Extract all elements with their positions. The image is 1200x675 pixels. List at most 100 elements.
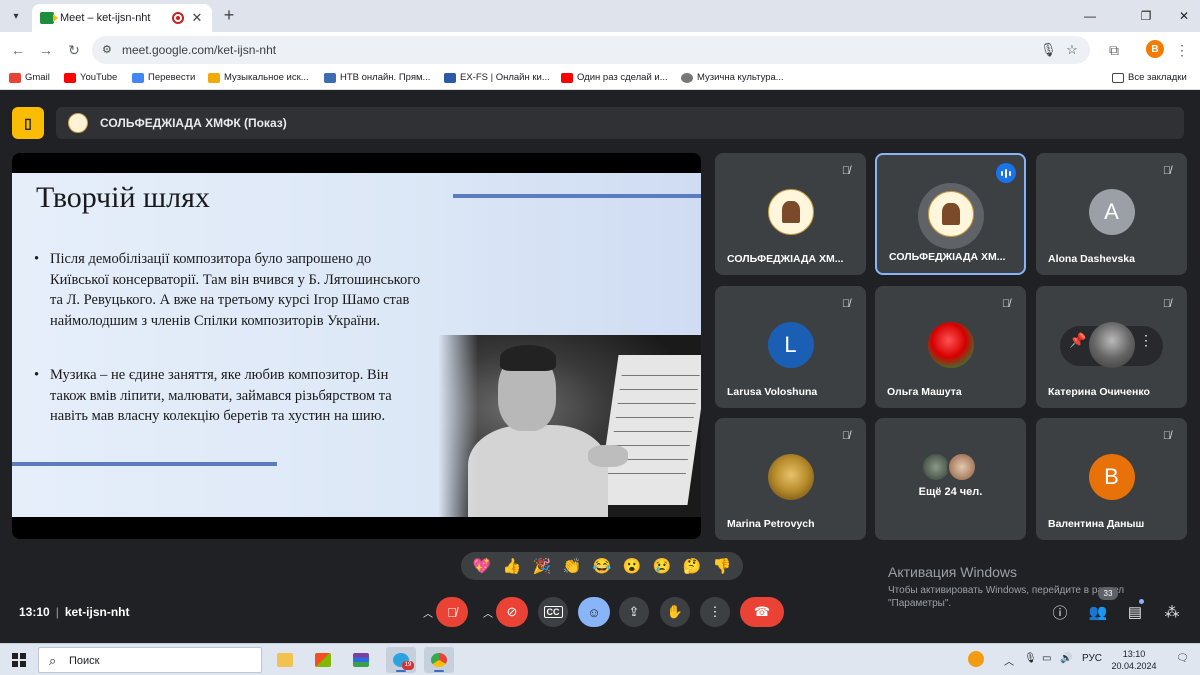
bookmark-translate[interactable]: Перевести bbox=[132, 72, 195, 83]
microphone-tray-icon[interactable]: 🎙 bbox=[1024, 653, 1037, 664]
tab-search-button[interactable]: ▾ bbox=[6, 6, 26, 26]
weather-icon[interactable] bbox=[968, 651, 984, 667]
url-text[interactable]: meet.google.com/ket-ijsn-nht bbox=[122, 43, 276, 57]
profile-avatar[interactable]: В bbox=[1146, 40, 1164, 58]
meeting-info: 13:10 | ket-ijsn-nht bbox=[19, 605, 130, 619]
camera-toggle-button[interactable]: ⊘ bbox=[496, 597, 528, 627]
activities-icon[interactable]: ⁂ bbox=[1162, 602, 1182, 622]
participant-tile[interactable]: 🎙̸ L Larusa Voloshuna bbox=[715, 286, 866, 408]
tray-chevron-icon[interactable]: ︿ bbox=[1004, 653, 1014, 668]
all-bookmarks[interactable]: Все закладки bbox=[1112, 72, 1187, 83]
chrome-app[interactable] bbox=[424, 647, 454, 673]
system-clock[interactable]: 13:10 20.04.2024 bbox=[1108, 648, 1160, 672]
pin-icon[interactable]: 📌 bbox=[1064, 326, 1092, 354]
participant-tile[interactable]: 🎙̸ СОЛЬФЕДЖІАДА ХМ... bbox=[715, 153, 866, 275]
participant-name: СОЛЬФЕДЖІАДА ХМ... bbox=[727, 253, 844, 265]
more-vert-icon: ⋮ bbox=[708, 604, 722, 619]
captions-button[interactable]: CC bbox=[538, 597, 568, 627]
store-app[interactable] bbox=[308, 647, 338, 673]
present-screen-icon: ⇪ bbox=[628, 604, 640, 619]
bookmark-youtube[interactable]: YouTube bbox=[64, 72, 117, 83]
bookmark-star-icon[interactable]: ☆ bbox=[1064, 42, 1080, 58]
meeting-details-icon[interactable]: ⓘ bbox=[1050, 602, 1070, 622]
taskbar-search[interactable]: ⌕ Поиск bbox=[38, 647, 262, 673]
forward-icon[interactable]: → bbox=[36, 40, 56, 60]
reaction-party[interactable]: 🎉 bbox=[530, 557, 554, 575]
new-tab-button[interactable]: + bbox=[220, 6, 238, 24]
audio-options-chevron-icon[interactable]: ︿ bbox=[418, 597, 438, 627]
reaction-heart[interactable]: 💖 bbox=[470, 557, 494, 575]
participant-name: Валентина Даныш bbox=[1048, 518, 1145, 530]
reaction-sad[interactable]: 😢 bbox=[650, 557, 674, 575]
reload-icon[interactable]: ↻ bbox=[64, 40, 84, 60]
battery-icon[interactable]: ▭ bbox=[1042, 653, 1051, 664]
participant-avatar: L bbox=[767, 322, 814, 368]
language-indicator[interactable]: РУС bbox=[1082, 653, 1102, 664]
close-window-button[interactable]: ✕ bbox=[1162, 0, 1200, 32]
meet-favicon-icon bbox=[40, 12, 58, 24]
clock-date: 20.04.2024 bbox=[1111, 661, 1157, 671]
meeting-code: ket-ijsn-nht bbox=[64, 605, 130, 619]
bookmark-ntv[interactable]: НТВ онлайн. Прям... bbox=[324, 72, 430, 83]
more-options-button[interactable]: ⋮ bbox=[700, 597, 730, 627]
participant-name: Marina Petrovych bbox=[727, 518, 815, 530]
site-info-icon[interactable]: ⚙ bbox=[102, 43, 116, 57]
arrow-up-icon bbox=[444, 72, 456, 83]
bookmark-exfs[interactable]: EX-FS | Онлайн ки... bbox=[444, 72, 550, 83]
back-icon[interactable]: ← bbox=[8, 40, 28, 60]
more-participants-tile[interactable]: Ещё 24 чел. bbox=[875, 418, 1026, 540]
participant-avatar: A bbox=[1088, 189, 1135, 235]
active-tab[interactable]: Meet – ket-ijsn-nht ✕ bbox=[32, 4, 212, 32]
shared-screen[interactable]: Творчій шлях • Після демобілізації композ… bbox=[12, 153, 701, 539]
leave-call-button[interactable]: ☎ bbox=[740, 597, 784, 627]
reactions-button[interactable]: ☺ bbox=[578, 597, 610, 627]
more-participants-label: Ещё 24 чел. bbox=[918, 486, 983, 498]
microphone-icon[interactable]: 🎙 bbox=[1040, 42, 1057, 58]
more-options-icon[interactable]: ⋮ bbox=[1132, 326, 1160, 354]
hand-icon: ✋ bbox=[666, 604, 684, 619]
winrar-app[interactable] bbox=[346, 647, 376, 673]
video-options-chevron-icon[interactable]: ︿ bbox=[478, 597, 498, 627]
participant-tile[interactable]: 🎙̸ Ольга Машута bbox=[875, 286, 1026, 408]
reaction-thumbs-up[interactable]: 👍 bbox=[500, 557, 524, 575]
reaction-surprised[interactable]: 😮 bbox=[620, 557, 644, 575]
minimize-button[interactable]: — bbox=[1068, 0, 1112, 32]
participant-tile[interactable]: 🎙̸ A Alona Dashevska bbox=[1036, 153, 1187, 275]
chrome-menu-icon[interactable]: ⋮ bbox=[1172, 40, 1192, 60]
presentation-title: СОЛЬФЕДЖІАДА ХМФК (Показ) bbox=[100, 116, 287, 130]
speaking-indicator-icon bbox=[996, 163, 1016, 183]
participant-tile[interactable]: 🎙̸ 📌 ⋮ Катерина Очиченко bbox=[1036, 286, 1187, 408]
participant-name: СОЛЬФЕДЖІАДА ХМ... bbox=[889, 251, 1006, 263]
folder-icon bbox=[277, 653, 293, 667]
raise-hand-button[interactable]: ✋ bbox=[660, 597, 690, 627]
bookmark-youtube-2[interactable]: Один раз сделай и... bbox=[561, 72, 668, 83]
reactions-bar: 💖 👍 🎉 👏 😂 😮 😢 🤔 👎 bbox=[461, 552, 743, 580]
participant-tile-active[interactable]: СОЛЬФЕДЖІАДА ХМ... bbox=[875, 153, 1026, 275]
windows-start-icon[interactable] bbox=[12, 653, 26, 667]
bookmark-gmail[interactable]: Gmail bbox=[9, 72, 50, 83]
participant-tile[interactable]: 🎙̸ Marina Petrovych bbox=[715, 418, 866, 540]
mic-off-icon: 🎙̸ bbox=[447, 604, 457, 620]
close-tab-icon[interactable]: ✕ bbox=[190, 10, 204, 26]
reaction-thinking[interactable]: 🤔 bbox=[680, 557, 704, 575]
bookmark-music[interactable]: Музыкальное иск... bbox=[208, 72, 309, 83]
clock-time: 13:10 bbox=[1122, 649, 1146, 659]
volume-icon[interactable]: 🔊 bbox=[1060, 653, 1072, 664]
bookmark-music-culture[interactable]: Музична культура... bbox=[681, 72, 784, 83]
mic-toggle-button[interactable]: 🎙̸ bbox=[436, 597, 468, 627]
file-explorer-app[interactable] bbox=[270, 647, 300, 673]
address-bar[interactable]: ⚙ meet.google.com/ket-ijsn-nht 🎙 ☆ bbox=[92, 36, 1090, 64]
chat-icon[interactable]: ▤ bbox=[1125, 602, 1145, 622]
search-icon: ⌕ bbox=[49, 653, 57, 668]
mic-muted-icon: 🎙̸ bbox=[1162, 298, 1172, 310]
reaction-clap[interactable]: 👏 bbox=[560, 557, 584, 575]
telegram-app[interactable]: 19 bbox=[386, 647, 416, 673]
participant-tile[interactable]: 🎙̸ В Валентина Даныш bbox=[1036, 418, 1187, 540]
present-button[interactable]: ⇪ bbox=[619, 597, 649, 627]
people-icon[interactable]: 👥 bbox=[1088, 602, 1108, 622]
extensions-icon[interactable]: ⧉ bbox=[1104, 40, 1124, 60]
reaction-laugh[interactable]: 😂 bbox=[590, 557, 614, 575]
notifications-icon[interactable]: 🗨 bbox=[1176, 653, 1189, 664]
participant-avatar bbox=[947, 452, 977, 482]
reaction-thumbs-down[interactable]: 👎 bbox=[710, 557, 734, 575]
